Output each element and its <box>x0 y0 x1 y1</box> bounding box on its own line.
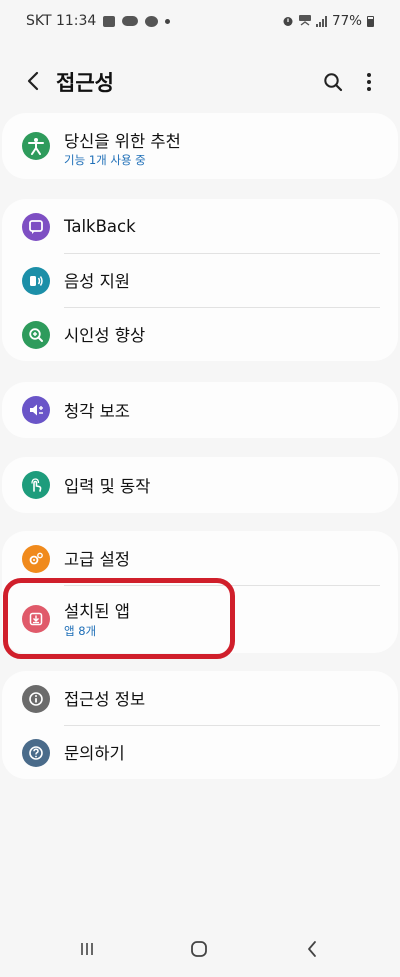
item-about[interactable]: 접근성 정보 <box>2 671 398 725</box>
item-label: 당신을 위한 추천 <box>64 132 181 151</box>
card-about: 접근성 정보 문의하기 <box>2 671 398 779</box>
item-label: 입력 및 동작 <box>64 477 151 496</box>
status-right: 77% <box>282 13 374 29</box>
gears-icon <box>22 545 50 573</box>
chevron-left-icon <box>27 71 39 91</box>
status-left: SKT 11:34 <box>26 13 171 29</box>
card-hearing: 청각 보조 <box>2 382 398 438</box>
question-icon <box>22 739 50 767</box>
highlight-box <box>3 578 235 659</box>
home-icon <box>191 941 207 957</box>
more-vertical-icon <box>367 73 371 91</box>
search-icon <box>324 73 343 92</box>
app-notification-icon <box>122 16 139 26</box>
recents-button[interactable] <box>67 929 107 969</box>
item-label: 음성 지원 <box>64 272 130 291</box>
item-label: 접근성 정보 <box>64 690 146 709</box>
card-interaction: 입력 및 동작 <box>2 457 398 513</box>
item-interaction[interactable]: 입력 및 동작 <box>2 457 398 513</box>
touch-hand-icon <box>22 471 50 499</box>
battery-percent: 77% <box>331 13 362 29</box>
item-contact[interactable]: 문의하기 <box>2 725 398 779</box>
recents-icon <box>81 943 93 955</box>
item-label: TalkBack <box>64 216 136 236</box>
gallery-notification-icon <box>103 15 116 27</box>
item-label: 청각 보조 <box>64 402 130 421</box>
item-voice-assist[interactable]: 음성 지원 <box>2 253 398 307</box>
home-button[interactable] <box>179 929 219 969</box>
back-arrow-icon <box>308 941 316 957</box>
item-subtitle: 기능 1개 사용 중 <box>64 153 146 167</box>
item-label: 고급 설정 <box>64 550 130 569</box>
talk-notification-icon <box>145 15 159 27</box>
more-options-button[interactable] <box>354 67 384 97</box>
nav-back-button[interactable] <box>292 929 332 969</box>
app-header: 접근성 <box>0 54 400 110</box>
carrier-time: SKT 11:34 <box>26 13 97 29</box>
item-hearing[interactable]: 청각 보조 <box>2 382 398 438</box>
wifi-5g-icon <box>298 15 311 26</box>
card-recommended: 당신을 위한 추천 기능 1개 사용 중 <box>2 113 398 179</box>
signal-icon <box>315 15 327 27</box>
status-bar: SKT 11:34 77% <box>0 0 400 42</box>
item-advanced[interactable]: 고급 설정 <box>2 531 398 585</box>
more-notifications-dot-icon <box>165 18 171 24</box>
speaker-volume-icon <box>22 396 50 424</box>
item-recommended[interactable]: 당신을 위한 추천 기능 1개 사용 중 <box>2 113 398 179</box>
item-talkback[interactable]: TalkBack <box>2 199 398 253</box>
navigation-bar <box>0 915 400 977</box>
info-icon <box>22 685 50 713</box>
item-visibility[interactable]: 시인성 향상 <box>2 307 398 361</box>
card-vision: TalkBack 음성 지원 시인성 향상 <box>2 199 398 361</box>
page-title: 접근성 <box>56 71 114 95</box>
battery-icon <box>367 15 374 27</box>
accessibility-person-icon <box>22 132 50 160</box>
item-label: 문의하기 <box>64 744 125 763</box>
item-label: 시인성 향상 <box>64 326 146 345</box>
voice-assist-icon <box>22 267 50 295</box>
search-button[interactable] <box>318 67 348 97</box>
alarm-icon <box>283 17 293 26</box>
speech-bubble-icon <box>22 213 50 241</box>
back-button[interactable] <box>18 66 48 96</box>
magnifier-plus-icon <box>22 321 50 349</box>
